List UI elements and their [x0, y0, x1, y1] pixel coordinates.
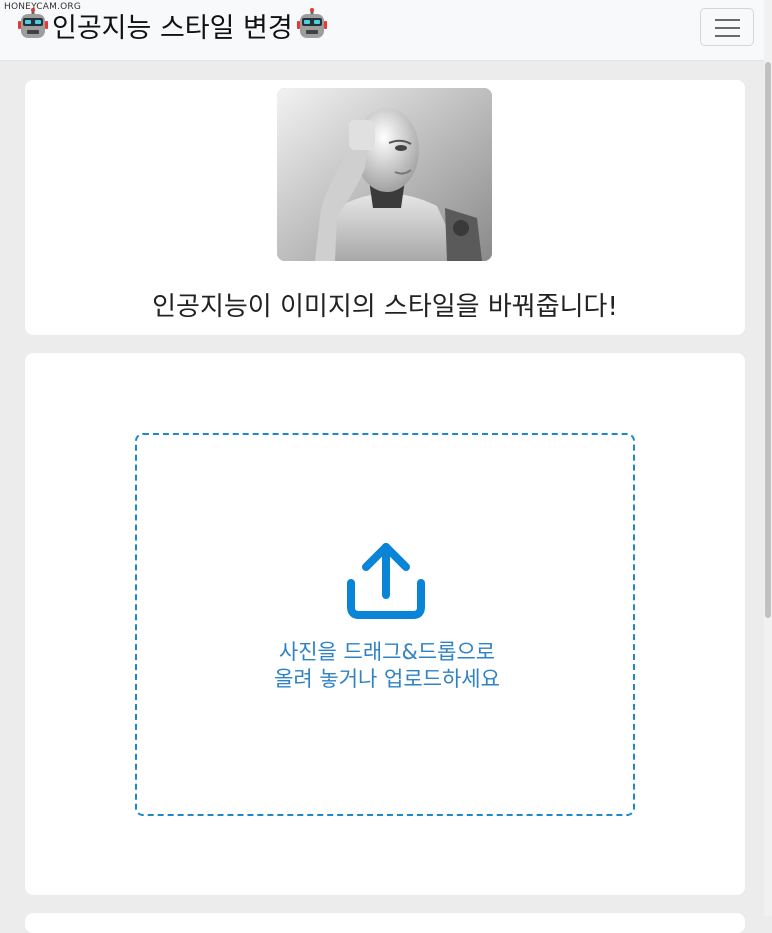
watermark: HONEYCAM.ORG [4, 2, 82, 12]
upload-dropzone[interactable]: 사진을 드래그&드롭으로 올려 놓거나 업로드하세요 [135, 433, 635, 816]
robot-icon [296, 8, 327, 38]
brand[interactable]: 인공지능 스타일 변경 [16, 8, 329, 44]
scrollbar[interactable] [764, 0, 772, 916]
tagline: 인공지능이 이미지의 스타일을 바꿔줍니다! [152, 292, 618, 322]
hamburger-menu-button[interactable] [700, 8, 754, 46]
intro-card: 인공지능이 이미지의 스타일을 바꿔줍니다! [25, 80, 745, 335]
scrollbar-thumb[interactable] [765, 62, 771, 618]
upload-card: 사진을 드래그&드롭으로 올려 놓거나 업로드하세요 [25, 353, 745, 895]
upload-icon [347, 543, 425, 619]
robot-thinking-photo [277, 88, 492, 261]
next-card [25, 913, 745, 933]
hamburger-menu-icon [715, 19, 740, 21]
app-title: 인공지능 스타일 변경 [52, 12, 293, 44]
robot-icon [18, 8, 48, 38]
upload-instruction: 사진을 드래그&드롭으로 올려 놓거나 업로드하세요 [274, 640, 500, 691]
navbar: 인공지능 스타일 변경 HONEYCAM.ORG [0, 0, 764, 61]
